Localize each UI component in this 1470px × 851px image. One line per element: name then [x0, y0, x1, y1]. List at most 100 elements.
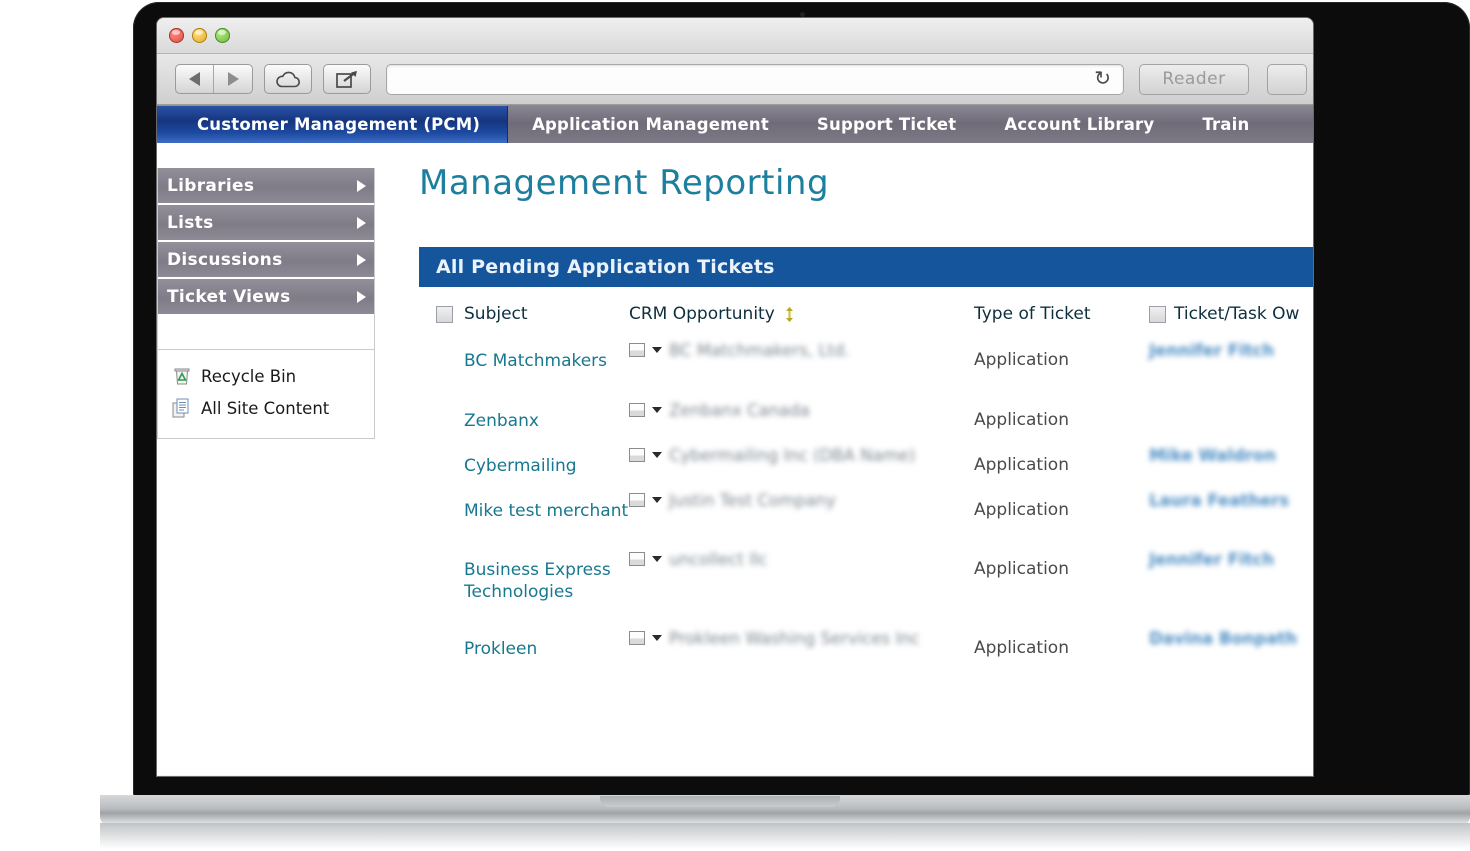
- nav-button-group: [175, 64, 253, 94]
- row-ticket-type: Application: [974, 446, 1149, 475]
- chevron-down-icon[interactable]: [652, 556, 662, 562]
- table-row[interactable]: BC Matchmakers BC Matchmakers, Ltd. Appl…: [419, 341, 1313, 401]
- chevron-down-icon[interactable]: [652, 452, 662, 458]
- forward-button[interactable]: [214, 65, 252, 93]
- reload-icon[interactable]: ↻: [1088, 68, 1117, 91]
- row-crm-cell: uncollect llc: [629, 550, 974, 569]
- icloud-tabs-button[interactable]: [264, 64, 312, 94]
- chevron-down-icon[interactable]: [652, 347, 662, 353]
- table-row[interactable]: Business Express Technologies uncollect …: [419, 550, 1313, 629]
- column-header-subject[interactable]: Subject: [464, 304, 629, 324]
- tab-support-ticket[interactable]: Support Ticket: [793, 105, 980, 143]
- row-ticket-owner[interactable]: Davina Bonpath: [1149, 620, 1297, 648]
- tickets-table: Subject CRM Opportunity: [419, 287, 1313, 679]
- share-icon: [335, 69, 359, 89]
- tab-application-management[interactable]: Application Management: [508, 105, 793, 143]
- browser-window: ↻ Reader Customer Management (PCM) Appli…: [157, 18, 1313, 776]
- document-icon: [629, 403, 645, 417]
- sidebar: Libraries Lists Discussions Tick: [157, 145, 395, 775]
- row-ticket-type: Application: [974, 629, 1149, 658]
- chevron-right-icon: [357, 254, 366, 266]
- sidebar-item-ticket-views[interactable]: Ticket Views: [158, 279, 374, 316]
- sidebar-item-libraries[interactable]: Libraries: [158, 168, 374, 205]
- row-crm-opportunity[interactable]: Justin Test Company: [669, 491, 836, 510]
- tab-training[interactable]: Train: [1178, 105, 1273, 143]
- row-subject-link[interactable]: Prokleen: [464, 629, 629, 660]
- document-icon: [629, 631, 645, 645]
- row-ticket-owner[interactable]: Jennifer Fitch: [1149, 541, 1274, 569]
- sidebar-item-recycle-bin[interactable]: Recycle Bin: [172, 360, 374, 392]
- sidebar-item-all-site-content[interactable]: All Site Content: [172, 392, 374, 424]
- column-header-ticket-owner[interactable]: Ticket/Task Ow: [1149, 304, 1313, 324]
- sidebar-item-lists[interactable]: Lists: [158, 205, 374, 242]
- laptop-base-shadow: [100, 823, 1470, 849]
- select-all-checkbox[interactable]: [436, 306, 453, 323]
- column-header-label: CRM Opportunity: [629, 304, 775, 324]
- sidebar-item-label: Ticket Views: [167, 287, 357, 307]
- chevron-down-icon[interactable]: [652, 635, 662, 641]
- row-subject-link[interactable]: BC Matchmakers: [464, 341, 629, 372]
- recycle-bin-icon: [172, 365, 192, 387]
- sidebar-item-discussions[interactable]: Discussions: [158, 242, 374, 279]
- browser-toolbar: ↻ Reader: [157, 54, 1313, 105]
- address-input[interactable]: [393, 71, 1088, 87]
- row-crm-cell: Zenbanx Canada: [629, 401, 974, 420]
- sidebar-link-label: Recycle Bin: [201, 367, 296, 386]
- column-header-crm-opportunity[interactable]: CRM Opportunity: [629, 304, 974, 324]
- row-ticket-owner[interactable]: Laura Feathers: [1149, 482, 1289, 510]
- window-controls: [169, 28, 230, 43]
- row-owner-cell: Jennifer Fitch: [1149, 341, 1313, 361]
- row-owner-cell: Jennifer Fitch: [1149, 550, 1313, 570]
- reader-button[interactable]: Reader: [1139, 64, 1249, 95]
- row-owner-cell: Davina Bonpath: [1149, 629, 1313, 649]
- row-ticket-type: Application: [974, 491, 1149, 520]
- sidebar-item-label: Discussions: [167, 250, 357, 270]
- row-ticket-owner[interactable]: Jennifer Fitch: [1149, 332, 1274, 360]
- tab-customer-management[interactable]: Customer Management (PCM): [157, 105, 508, 143]
- minimize-window-button[interactable]: [192, 28, 207, 43]
- row-crm-cell: Prokleen Washing Services Inc: [629, 629, 974, 648]
- laptop-latch-notch: [600, 796, 840, 807]
- chevron-right-icon: [357, 180, 366, 192]
- table-row[interactable]: Prokleen Prokleen Washing Services Inc A…: [419, 629, 1313, 679]
- row-crm-opportunity[interactable]: Zenbanx Canada: [669, 401, 810, 420]
- row-subject-link[interactable]: Zenbanx: [464, 401, 629, 432]
- row-subject-link[interactable]: Cybermailing: [464, 446, 629, 477]
- back-button[interactable]: [176, 65, 214, 93]
- chevron-right-icon: [357, 291, 366, 303]
- documents-icon: [172, 397, 192, 419]
- chevron-right-icon: [228, 72, 239, 86]
- row-crm-opportunity[interactable]: Prokleen Washing Services Inc: [669, 629, 920, 648]
- row-select-cell: [436, 491, 464, 500]
- chevron-left-icon: [189, 72, 200, 86]
- row-select-cell: [436, 341, 464, 350]
- row-subject-link[interactable]: Mike test merchant: [464, 491, 629, 522]
- address-bar[interactable]: ↻: [386, 64, 1124, 95]
- row-crm-opportunity[interactable]: BC Matchmakers, Ltd.: [669, 341, 850, 360]
- toolbar-overflow-button[interactable]: [1267, 64, 1307, 95]
- share-button[interactable]: [323, 64, 371, 94]
- chevron-down-icon[interactable]: [652, 497, 662, 503]
- row-crm-opportunity[interactable]: uncollect llc: [669, 550, 767, 569]
- chevron-right-icon: [357, 217, 366, 229]
- close-window-button[interactable]: [169, 28, 184, 43]
- tab-account-library[interactable]: Account Library: [980, 105, 1178, 143]
- web-page: Customer Management (PCM) Application Ma…: [157, 105, 1313, 775]
- row-crm-opportunity[interactable]: Cybermailing Inc (DBA Name): [669, 446, 915, 465]
- maximize-window-button[interactable]: [215, 28, 230, 43]
- row-select-cell: [436, 629, 464, 638]
- column-header-type-of-ticket[interactable]: Type of Ticket: [974, 304, 1149, 324]
- chevron-down-icon[interactable]: [652, 407, 662, 413]
- row-ticket-owner[interactable]: Mike Waldron: [1149, 437, 1276, 465]
- row-crm-cell: Justin Test Company: [629, 491, 974, 510]
- laptop-frame: ↻ Reader Customer Management (PCM) Appli…: [0, 0, 1470, 851]
- sidebar-link-label: All Site Content: [201, 399, 329, 418]
- owner-column-checkbox[interactable]: [1149, 306, 1166, 323]
- page-title: Management Reporting: [419, 163, 1313, 203]
- sort-updown-icon[interactable]: [783, 307, 796, 322]
- sidebar-item-label: Lists: [167, 213, 357, 233]
- sidebar-item-label: Libraries: [167, 176, 357, 196]
- main-content: Management Reporting All Pending Applica…: [395, 145, 1313, 775]
- row-select-cell: [436, 550, 464, 559]
- row-subject-link[interactable]: Business Express Technologies: [464, 550, 629, 604]
